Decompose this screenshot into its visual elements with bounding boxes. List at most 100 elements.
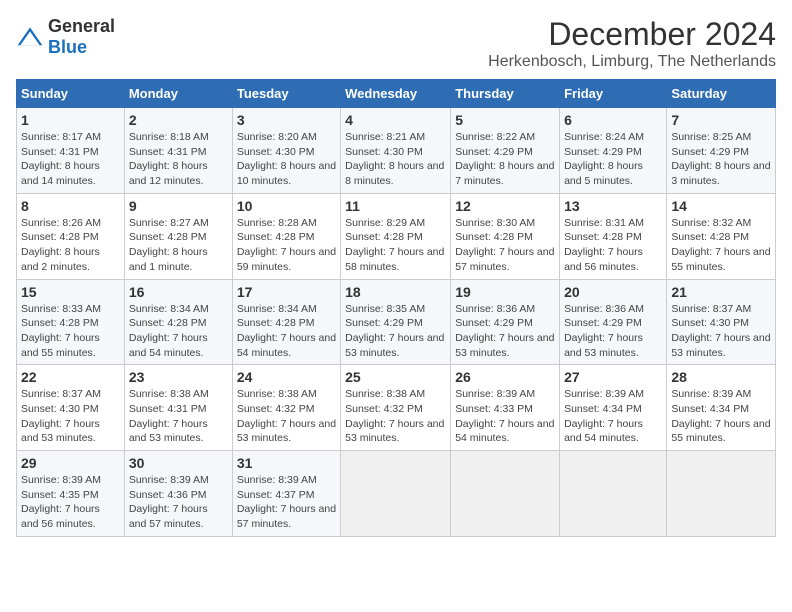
weekday-header-wednesday: Wednesday bbox=[341, 80, 451, 108]
week-row-4: 22 Sunrise: 8:37 AMSunset: 4:30 PMDayligh… bbox=[17, 365, 776, 451]
logo: General Blue bbox=[16, 16, 115, 58]
day-info: Sunrise: 8:36 AMSunset: 4:29 PMDaylight:… bbox=[455, 302, 555, 361]
calendar-cell: 27Sunrise: 8:39 AMSunset: 4:34 PMDayligh… bbox=[560, 365, 667, 451]
weekday-header-saturday: Saturday bbox=[667, 80, 776, 108]
calendar-cell: 23 Sunrise: 8:38 AMSunset: 4:31 PMDayligh… bbox=[124, 365, 232, 451]
header: General Blue December 2024 Herkenbosch, … bbox=[16, 16, 776, 71]
week-row-1: 1 Sunrise: 8:17 AMSunset: 4:31 PMDaylight… bbox=[17, 108, 776, 194]
weekday-header-tuesday: Tuesday bbox=[232, 80, 340, 108]
week-row-2: 8Sunrise: 8:26 AMSunset: 4:28 PMDaylight… bbox=[17, 193, 776, 279]
weekday-header-row: SundayMondayTuesdayWednesdayThursdayFrid… bbox=[17, 80, 776, 108]
day-info: Sunrise: 8:39 AMSunset: 4:33 PMDaylight:… bbox=[455, 387, 555, 446]
calendar-cell bbox=[451, 451, 560, 537]
calendar-cell: 12 Sunrise: 8:30 AMSunset: 4:28 PMDayligh… bbox=[451, 193, 560, 279]
day-info: Sunrise: 8:34 AMSunset: 4:28 PMDaylight:… bbox=[129, 302, 228, 361]
day-number: 16 bbox=[129, 284, 228, 300]
calendar-cell: 29 Sunrise: 8:39 AMSunset: 4:35 PMDayligh… bbox=[17, 451, 125, 537]
week-row-5: 29 Sunrise: 8:39 AMSunset: 4:35 PMDayligh… bbox=[17, 451, 776, 537]
day-info: Sunrise: 8:21 AMSunset: 4:30 PMDaylight:… bbox=[345, 130, 446, 189]
calendar-cell: 14Sunrise: 8:32 AMSunset: 4:28 PMDayligh… bbox=[667, 193, 776, 279]
day-number: 22 bbox=[21, 369, 120, 385]
day-info: Sunrise: 8:37 AMSunset: 4:30 PMDaylight:… bbox=[21, 387, 120, 446]
day-info: Sunrise: 8:20 AMSunset: 4:30 PMDaylight:… bbox=[237, 130, 336, 189]
calendar-cell: 31Sunrise: 8:39 AMSunset: 4:37 PMDayligh… bbox=[232, 451, 340, 537]
calendar-cell: 4Sunrise: 8:21 AMSunset: 4:30 PMDaylight… bbox=[341, 108, 451, 194]
calendar-cell: 20 Sunrise: 8:36 AMSunset: 4:29 PMDayligh… bbox=[560, 279, 667, 365]
day-info: Sunrise: 8:25 AMSunset: 4:29 PMDaylight:… bbox=[671, 130, 771, 189]
calendar-cell: 21 Sunrise: 8:37 AMSunset: 4:30 PMDayligh… bbox=[667, 279, 776, 365]
logo-general: General bbox=[48, 16, 115, 36]
subtitle: Herkenbosch, Limburg, The Netherlands bbox=[488, 53, 776, 71]
day-info: Sunrise: 8:28 AMSunset: 4:28 PMDaylight:… bbox=[237, 216, 336, 275]
day-info: Sunrise: 8:30 AMSunset: 4:28 PMDaylight:… bbox=[455, 216, 555, 275]
day-number: 20 bbox=[564, 284, 662, 300]
day-info: Sunrise: 8:38 AMSunset: 4:31 PMDaylight:… bbox=[129, 387, 228, 446]
calendar-cell: 2 Sunrise: 8:18 AMSunset: 4:31 PMDaylight… bbox=[124, 108, 232, 194]
logo-blue: Blue bbox=[48, 37, 87, 57]
day-info: Sunrise: 8:39 AMSunset: 4:34 PMDaylight:… bbox=[564, 387, 662, 446]
day-number: 2 bbox=[129, 112, 228, 128]
day-number: 11 bbox=[345, 198, 446, 214]
calendar-cell: 15 Sunrise: 8:33 AMSunset: 4:28 PMDayligh… bbox=[17, 279, 125, 365]
weekday-header-thursday: Thursday bbox=[451, 80, 560, 108]
day-number: 24 bbox=[237, 369, 336, 385]
logo-icon bbox=[16, 26, 44, 48]
day-info: Sunrise: 8:37 AMSunset: 4:30 PMDaylight:… bbox=[671, 302, 771, 361]
day-info: Sunrise: 8:29 AMSunset: 4:28 PMDaylight:… bbox=[345, 216, 446, 275]
title-area: December 2024 Herkenbosch, Limburg, The … bbox=[488, 16, 776, 71]
calendar-cell: 11 Sunrise: 8:29 AMSunset: 4:28 PMDayligh… bbox=[341, 193, 451, 279]
day-number: 29 bbox=[21, 455, 120, 471]
calendar-cell bbox=[667, 451, 776, 537]
weekday-header-monday: Monday bbox=[124, 80, 232, 108]
logo-text: General Blue bbox=[48, 16, 115, 58]
calendar-cell: 30Sunrise: 8:39 AMSunset: 4:36 PMDayligh… bbox=[124, 451, 232, 537]
day-number: 18 bbox=[345, 284, 446, 300]
day-number: 5 bbox=[455, 112, 555, 128]
week-row-3: 15 Sunrise: 8:33 AMSunset: 4:28 PMDayligh… bbox=[17, 279, 776, 365]
calendar-table: SundayMondayTuesdayWednesdayThursdayFrid… bbox=[16, 79, 776, 537]
day-number: 21 bbox=[671, 284, 771, 300]
day-info: Sunrise: 8:18 AMSunset: 4:31 PMDaylight:… bbox=[129, 130, 228, 189]
calendar-cell: 9Sunrise: 8:27 AMSunset: 4:28 PMDaylight… bbox=[124, 193, 232, 279]
day-info: Sunrise: 8:24 AMSunset: 4:29 PMDaylight:… bbox=[564, 130, 662, 189]
day-number: 26 bbox=[455, 369, 555, 385]
day-number: 17 bbox=[237, 284, 336, 300]
day-number: 14 bbox=[671, 198, 771, 214]
calendar-cell: 3Sunrise: 8:20 AMSunset: 4:30 PMDaylight… bbox=[232, 108, 340, 194]
calendar-cell: 26 Sunrise: 8:39 AMSunset: 4:33 PMDayligh… bbox=[451, 365, 560, 451]
calendar-cell: 13Sunrise: 8:31 AMSunset: 4:28 PMDayligh… bbox=[560, 193, 667, 279]
calendar-cell bbox=[560, 451, 667, 537]
day-number: 19 bbox=[455, 284, 555, 300]
day-number: 7 bbox=[671, 112, 771, 128]
calendar-cell: 17 Sunrise: 8:34 AMSunset: 4:28 PMDayligh… bbox=[232, 279, 340, 365]
day-info: Sunrise: 8:38 AMSunset: 4:32 PMDaylight:… bbox=[345, 387, 446, 446]
calendar-cell: 24 Sunrise: 8:38 AMSunset: 4:32 PMDayligh… bbox=[232, 365, 340, 451]
calendar-cell: 10Sunrise: 8:28 AMSunset: 4:28 PMDayligh… bbox=[232, 193, 340, 279]
day-info: Sunrise: 8:39 AMSunset: 4:36 PMDaylight:… bbox=[129, 473, 228, 532]
weekday-header-sunday: Sunday bbox=[17, 80, 125, 108]
day-info: Sunrise: 8:17 AMSunset: 4:31 PMDaylight:… bbox=[21, 130, 120, 189]
day-info: Sunrise: 8:38 AMSunset: 4:32 PMDaylight:… bbox=[237, 387, 336, 446]
day-number: 8 bbox=[21, 198, 120, 214]
calendar-cell: 6Sunrise: 8:24 AMSunset: 4:29 PMDaylight… bbox=[560, 108, 667, 194]
calendar-cell: 5 Sunrise: 8:22 AMSunset: 4:29 PMDaylight… bbox=[451, 108, 560, 194]
day-info: Sunrise: 8:39 AMSunset: 4:37 PMDaylight:… bbox=[237, 473, 336, 532]
day-info: Sunrise: 8:33 AMSunset: 4:28 PMDaylight:… bbox=[21, 302, 120, 361]
day-info: Sunrise: 8:39 AMSunset: 4:34 PMDaylight:… bbox=[671, 387, 771, 446]
day-number: 23 bbox=[129, 369, 228, 385]
calendar-cell: 18 Sunrise: 8:35 AMSunset: 4:29 PMDayligh… bbox=[341, 279, 451, 365]
day-number: 15 bbox=[21, 284, 120, 300]
day-info: Sunrise: 8:27 AMSunset: 4:28 PMDaylight:… bbox=[129, 216, 228, 275]
day-info: Sunrise: 8:35 AMSunset: 4:29 PMDaylight:… bbox=[345, 302, 446, 361]
calendar-cell: 22 Sunrise: 8:37 AMSunset: 4:30 PMDayligh… bbox=[17, 365, 125, 451]
main-title: December 2024 bbox=[488, 16, 776, 53]
day-info: Sunrise: 8:36 AMSunset: 4:29 PMDaylight:… bbox=[564, 302, 662, 361]
calendar-cell bbox=[341, 451, 451, 537]
day-info: Sunrise: 8:34 AMSunset: 4:28 PMDaylight:… bbox=[237, 302, 336, 361]
day-number: 1 bbox=[21, 112, 120, 128]
day-info: Sunrise: 8:22 AMSunset: 4:29 PMDaylight:… bbox=[455, 130, 555, 189]
day-info: Sunrise: 8:31 AMSunset: 4:28 PMDaylight:… bbox=[564, 216, 662, 275]
calendar-cell: 16 Sunrise: 8:34 AMSunset: 4:28 PMDayligh… bbox=[124, 279, 232, 365]
day-info: Sunrise: 8:39 AMSunset: 4:35 PMDaylight:… bbox=[21, 473, 120, 532]
day-number: 12 bbox=[455, 198, 555, 214]
